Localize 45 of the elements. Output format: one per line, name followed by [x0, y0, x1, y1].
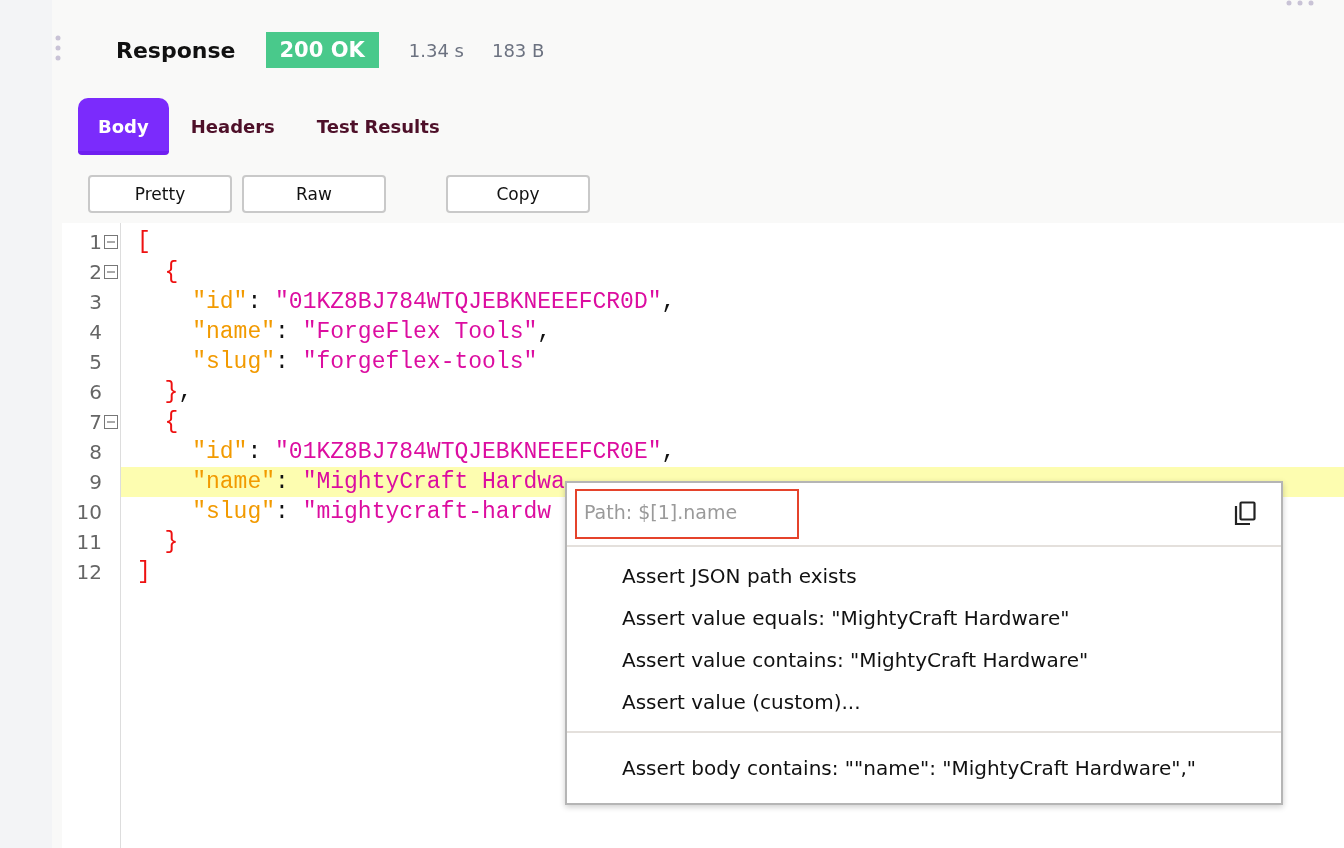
line-number: 9: [89, 470, 102, 494]
tab[interactable]: Headers: [170, 98, 295, 155]
line-number: 12: [76, 560, 102, 584]
line-number: 5: [89, 350, 102, 374]
code-line: ]: [137, 558, 151, 587]
menu-item[interactable]: Assert value (custom)...: [567, 681, 1281, 723]
code-line: "id": "01KZ8BJ784WTQJEBKNEEEFCR0D",: [191, 288, 676, 317]
line-number: 10: [76, 500, 102, 524]
line-number: 6: [89, 380, 102, 404]
code-line: "name": "MightyCraft Hardwa: [191, 468, 565, 497]
line-number: 11: [76, 530, 102, 554]
drag-handle-icon[interactable]: [55, 35, 61, 61]
code-line: "slug": "forgeflex-tools": [191, 348, 538, 377]
line-number: 3: [89, 290, 102, 314]
line-number: 8: [89, 440, 102, 464]
line-number: 1: [89, 230, 102, 254]
view-mode-button[interactable]: Raw: [242, 175, 386, 213]
code-line: {: [163, 408, 179, 437]
collapse-icon[interactable]: [104, 415, 118, 429]
json-path-label: Path: $[1].name: [575, 489, 800, 539]
code-line: [: [137, 228, 151, 257]
tab[interactable]: Test Results: [296, 98, 460, 155]
code-line: },: [163, 378, 193, 407]
code-line: "slug": "mightycraft-hardw: [191, 498, 552, 527]
response-time: 1.34 s: [408, 39, 464, 61]
collapse-icon[interactable]: [104, 235, 118, 249]
copy-button[interactable]: Copy: [446, 175, 590, 213]
code-line: }: [163, 528, 179, 557]
menu-item[interactable]: Assert body contains: ""name": "MightyCraft Hardware",": [567, 747, 1281, 789]
response-title: Response: [116, 37, 236, 63]
line-number: 2: [89, 260, 102, 284]
menu-item[interactable]: Assert JSON path exists: [567, 555, 1281, 597]
view-mode-button[interactable]: Pretty: [88, 175, 232, 213]
line-number: 7: [89, 410, 102, 434]
tab[interactable]: Body: [78, 98, 169, 155]
menu-item[interactable]: Assert value contains: "MightyCraft Hardware": [567, 639, 1281, 681]
code-line: "id": "01KZ8BJ784WTQJEBKNEEEFCR0E",: [191, 438, 676, 467]
collapse-icon[interactable]: [104, 265, 118, 279]
copy-icon[interactable]: [1233, 501, 1257, 527]
code-line: "name": "ForgeFlex Tools",: [191, 318, 552, 347]
status-badge: 200 OK: [265, 32, 379, 68]
menu-item[interactable]: Assert value equals: "MightyCraft Hardware": [567, 597, 1281, 639]
code-line: {: [163, 258, 179, 287]
line-number: 4: [89, 320, 102, 344]
response-size: 183 B: [491, 39, 545, 61]
